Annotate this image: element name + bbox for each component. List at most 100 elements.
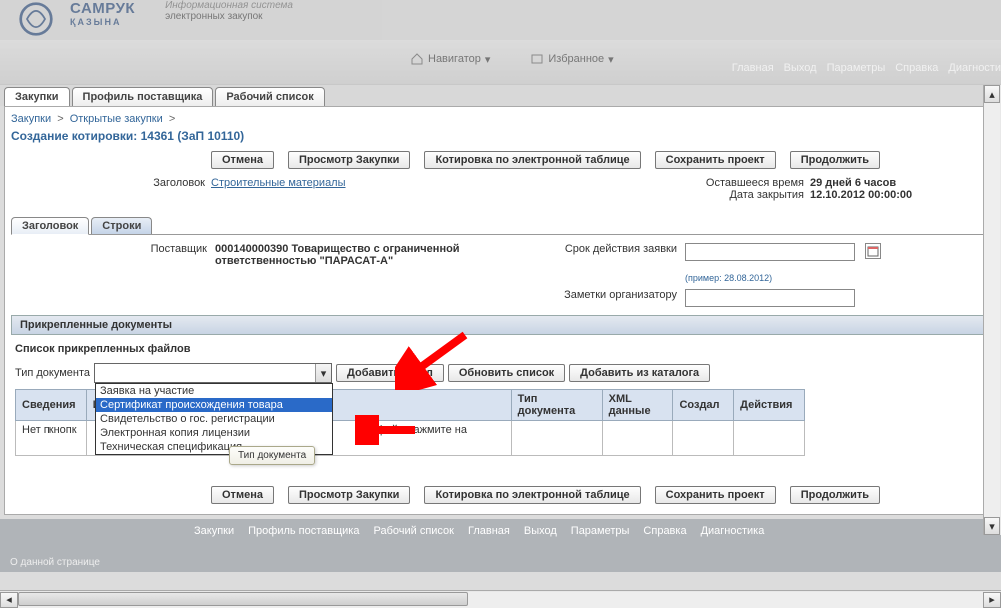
main-tabs: Закупки Профиль поставщика Рабочий списо… [0,85,1001,106]
scroll-track[interactable] [18,592,983,608]
star-icon [530,52,544,66]
doc-type-label: Тип документа [15,367,90,379]
validity-input[interactable] [685,243,855,261]
col-details: Сведения [16,390,87,421]
horizontal-scrollbar[interactable]: ◂ ▸ [0,590,1001,608]
footer-link[interactable]: Главная [468,525,510,537]
view-purchase-button[interactable]: Просмотр Закупки [288,151,410,169]
home-icon [410,52,424,66]
footer-link[interactable]: Выход [524,525,557,537]
breadcrumb: Закупки > Открытые закупки > [11,111,990,127]
scroll-left-icon[interactable]: ◂ [0,592,18,608]
crumb-sep: > [57,113,63,125]
spreadsheet-quote-button[interactable]: Котировка по электронной таблице [424,486,640,504]
footer-link[interactable]: Справка [643,525,686,537]
save-draft-button[interactable]: Сохранить проект [655,486,776,504]
favorites-label: Избранное [548,53,604,65]
subtab-lines[interactable]: Строки [91,217,152,234]
remaining-time-value: 29 дней 6 часов [810,177,990,189]
chevron-down-icon: ▾ [608,53,614,66]
brand-name: САМРУК [70,0,135,17]
footer-link[interactable]: Диагностика [701,525,765,537]
crumb-sep: > [169,113,175,125]
form-grid: Поставщик 000140000390 Товарищество с ог… [11,235,990,315]
doc-type-option[interactable]: Свидетельство о гос. регистрации [96,412,332,426]
add-from-catalog-button[interactable]: Добавить из каталога [569,364,710,382]
footer-link[interactable]: Закупки [194,525,234,537]
header-link[interactable]: Строительные материалы [211,177,346,201]
doc-type-select[interactable]: ▾ Заявка на участие Сертификат происхожд… [94,363,332,383]
footer-link[interactable]: Профиль поставщика [248,525,359,537]
subtab-header[interactable]: Заголовок [11,217,89,235]
close-date-label: Дата закрытия [706,189,804,201]
scroll-track[interactable] [984,103,1000,517]
validity-hint: (пример: 28.08.2012) [685,273,865,283]
scroll-thumb[interactable] [18,592,468,606]
doc-type-row: Тип документа ▾ Заявка на участие Сертиф… [11,361,990,385]
doc-type-tooltip: Тип документа [229,446,315,465]
brand-logo [6,0,66,38]
scroll-right-icon[interactable]: ▸ [983,592,1001,608]
col-xml: XML данные [602,390,673,421]
tab-purchases[interactable]: Закупки [4,87,70,106]
continue-button[interactable]: Продолжить [790,486,880,504]
top-link-diag[interactable]: Диагности [948,62,1001,74]
action-bar-bottom: Отмена Просмотр Закупки Котировка по эле… [11,456,990,510]
top-link-help[interactable]: Справка [895,62,938,74]
navigator-menu[interactable]: Навигатор ▾ [410,52,490,66]
close-date-value: 12.10.2012 00:00:00 [810,189,990,201]
view-purchase-button[interactable]: Просмотр Закупки [288,486,410,504]
favorites-menu[interactable]: Избранное ▾ [530,52,613,66]
footer-about[interactable]: О данной странице [0,543,1001,572]
footer-link[interactable]: Параметры [571,525,630,537]
page-title: Создание котировки: 14361 (ЗаП 10110) [11,127,990,149]
supplier-value: 000140000390 Товарищество с ограниченной… [215,243,515,267]
refresh-list-button[interactable]: Обновить список [448,364,565,382]
doc-type-option[interactable]: Сертификат происхождения товара [96,398,332,412]
supplier-label: Поставщик [15,243,215,255]
attachments-list-title: Список прикрепленных файлов [11,335,990,361]
col-actions: Действия [734,390,805,421]
brand-bar: САМРУК ҚАЗЫНА Информационная система эле… [0,0,1001,40]
add-file-button[interactable]: Добавить файл [336,364,444,382]
navigator-label: Навигатор [428,53,481,65]
spreadsheet-quote-button[interactable]: Котировка по электронной таблице [424,151,640,169]
scroll-down-icon[interactable]: ▾ [984,517,1000,535]
header-label: Заголовок [11,177,211,201]
chevron-down-icon: ▾ [485,53,491,66]
validity-label: Срок действия заявки [535,243,685,255]
chevron-down-icon: ▾ [315,364,331,382]
action-bar-top: Отмена Просмотр Закупки Котировка по эле… [11,149,990,175]
cancel-button[interactable]: Отмена [211,151,274,169]
doc-type-dropdown: Заявка на участие Сертификат происхожден… [95,383,333,455]
attachments-section-bar: Прикрепленные документы [11,315,990,335]
brand-sub: ҚАЗЫНА [70,17,135,27]
col-created: Создал [673,390,734,421]
col-doctype: Тип документа [511,390,602,421]
calendar-icon[interactable] [865,243,881,259]
content-area: Закупки > Открытые закупки > Создание ко… [4,106,997,515]
doc-type-option[interactable]: Заявка на участие [96,384,332,398]
crumb-root[interactable]: Закупки [11,113,51,125]
crumb-open[interactable]: Открытые закупки [70,113,163,125]
footer-links: Закупки Профиль поставщика Рабочий списо… [0,519,1001,543]
continue-button[interactable]: Продолжить [790,151,880,169]
footer-link[interactable]: Рабочий список [373,525,454,537]
tab-supplier-profile[interactable]: Профиль поставщика [72,87,214,106]
top-link-home[interactable]: Главная [732,62,774,74]
notes-label: Заметки организатору [535,289,685,301]
sys-line1: Информационная система [165,0,293,11]
tab-worklist[interactable]: Рабочий список [215,87,324,106]
top-toolbar: Навигатор ▾ Избранное ▾ Главная Выход Па… [0,40,1001,85]
vertical-scrollbar[interactable]: ▴ ▾ [983,85,1001,535]
notes-input[interactable] [685,289,855,307]
scroll-up-icon[interactable]: ▴ [984,85,1000,103]
sys-line2: электронных закупок [165,11,293,22]
sub-tabs: Заголовок Строки [11,217,990,235]
remaining-time-label: Оставшееся время [706,177,804,189]
cancel-button[interactable]: Отмена [211,486,274,504]
top-link-exit[interactable]: Выход [784,62,817,74]
doc-type-option[interactable]: Электронная копия лицензии [96,426,332,440]
save-draft-button[interactable]: Сохранить проект [655,151,776,169]
top-link-params[interactable]: Параметры [827,62,886,74]
